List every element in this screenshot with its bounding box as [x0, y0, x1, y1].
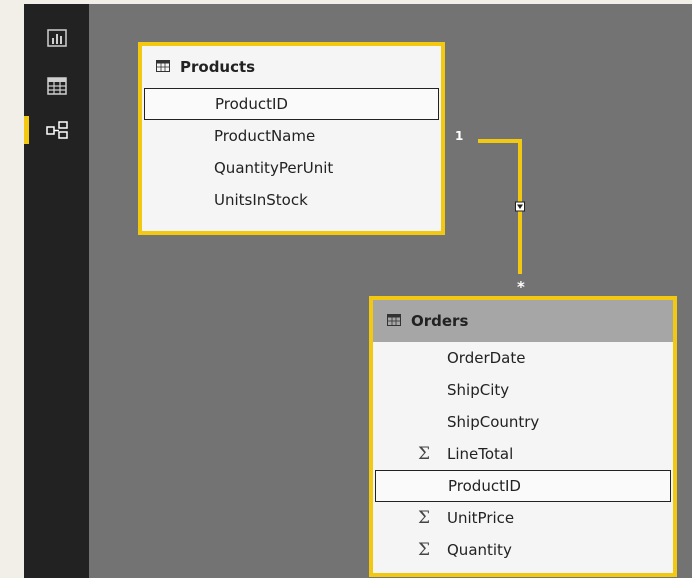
orders-table-title: Orders: [411, 312, 469, 330]
sigma-icon: Σ: [418, 508, 431, 528]
cardinality-many: *: [517, 278, 525, 296]
orders-field-unitprice[interactable]: Σ UnitPrice: [373, 502, 673, 534]
data-view-button[interactable]: [24, 68, 89, 104]
field-label: OrderDate: [447, 349, 526, 367]
products-field-unitsinstock[interactable]: UnitsInStock: [142, 184, 441, 216]
products-table-title: Products: [180, 58, 256, 76]
orders-table-card[interactable]: Orders OrderDate ShipCity ShipCountry Σ …: [369, 296, 677, 577]
orders-table-header[interactable]: Orders: [373, 300, 673, 342]
report-view-button[interactable]: [24, 20, 89, 56]
field-label: ProductName: [214, 127, 316, 145]
sigma-icon: Σ: [418, 540, 431, 560]
table-grid-icon: [46, 77, 67, 95]
relationship-icon: [45, 121, 68, 139]
products-field-productname[interactable]: ProductName: [142, 120, 441, 152]
model-view-button[interactable]: [24, 112, 89, 148]
field-label: ProductID: [215, 95, 288, 113]
sigma-icon: Σ: [418, 444, 431, 464]
model-view-frame: 1 * Products ProductID ProductName Quant…: [24, 4, 692, 578]
table-icon: [156, 58, 170, 76]
orders-field-linetotal[interactable]: Σ LineTotal: [373, 438, 673, 470]
left-nav: [24, 4, 89, 578]
products-table-header[interactable]: Products: [142, 46, 441, 88]
field-label: Quantity: [447, 541, 512, 559]
field-label: QuantityPerUnit: [214, 159, 334, 177]
table-icon: [387, 312, 401, 330]
orders-field-quantity[interactable]: Σ Quantity: [373, 534, 673, 566]
orders-field-shipcity[interactable]: ShipCity: [373, 374, 673, 406]
orders-field-productid[interactable]: ProductID: [375, 470, 671, 502]
orders-field-orderdate[interactable]: OrderDate: [373, 342, 673, 374]
products-table-card[interactable]: Products ProductID ProductName QuantityP…: [138, 42, 445, 235]
field-label: ProductID: [448, 477, 521, 495]
field-label: LineTotal: [447, 445, 514, 463]
field-label: UnitPrice: [447, 509, 515, 527]
field-label: ShipCountry: [447, 413, 540, 431]
field-label: UnitsInStock: [214, 191, 308, 209]
orders-field-shipcountry[interactable]: ShipCountry: [373, 406, 673, 438]
products-field-quantityperunit[interactable]: QuantityPerUnit: [142, 152, 441, 184]
bar-chart-icon: [46, 29, 67, 47]
cardinality-one: 1: [455, 129, 464, 143]
products-field-productid[interactable]: ProductID: [144, 88, 439, 120]
diagram-canvas[interactable]: 1 * Products ProductID ProductName Quant…: [89, 4, 692, 578]
field-label: ShipCity: [447, 381, 510, 399]
